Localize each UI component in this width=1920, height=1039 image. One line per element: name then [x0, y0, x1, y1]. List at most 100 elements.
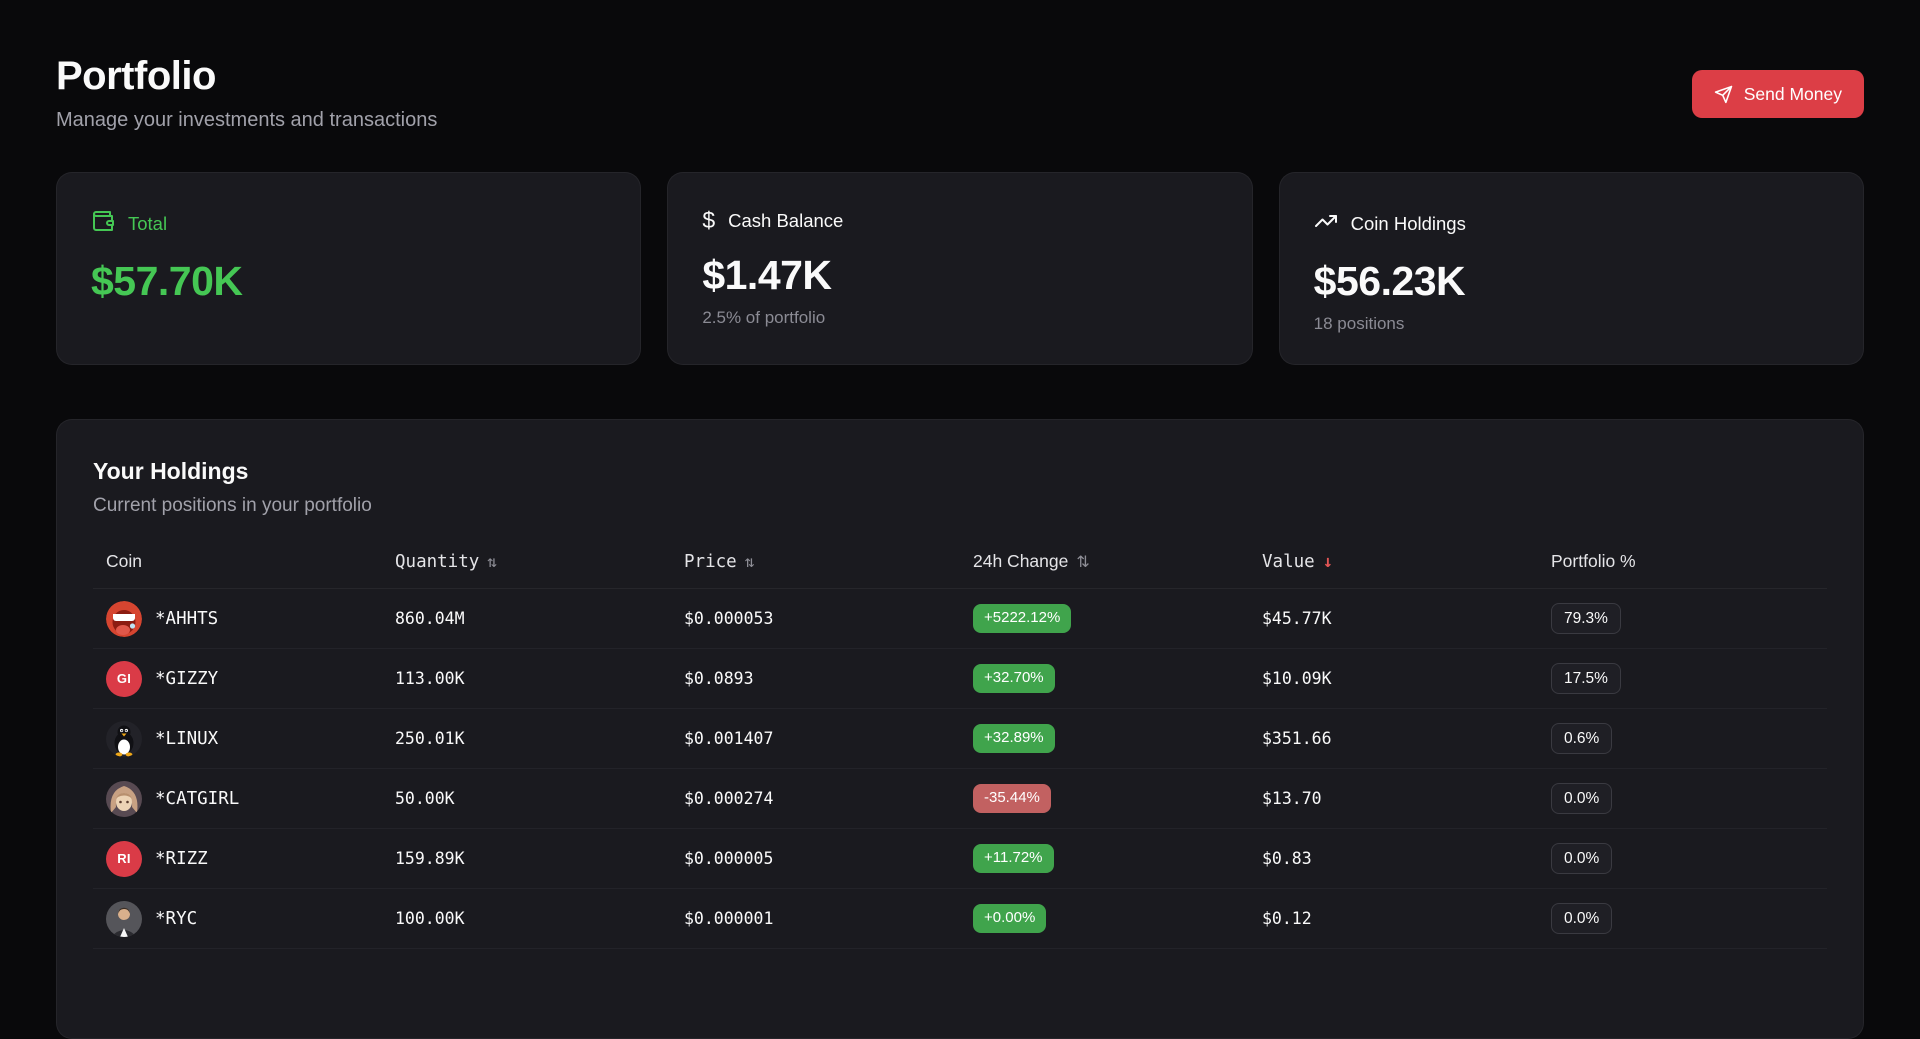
change-cell: +5222.12%	[960, 604, 1249, 633]
column-header-price-label: Price	[684, 552, 737, 572]
coin-cell: GI *GIZZY	[93, 661, 382, 697]
wallet-icon	[91, 209, 115, 238]
coin-ticker: *LINUX	[155, 729, 218, 749]
quantity-cell: 860.04M	[382, 609, 671, 628]
man-photo-avatar	[106, 901, 142, 937]
change-cell: +0.00%	[960, 904, 1249, 933]
coin-holdings-card: Coin Holdings $56.23K 18 positions	[1279, 172, 1864, 365]
letter-avatar: GI	[106, 661, 142, 697]
portfolio-pct-cell: 17.5%	[1538, 663, 1827, 694]
column-header-24h-change-label: 24h Change	[973, 551, 1068, 572]
cash-balance-card-label: Cash Balance	[728, 210, 843, 232]
price-cell: $0.000053	[671, 609, 960, 628]
quantity-cell: 250.01K	[382, 729, 671, 748]
coin-ticker: *AHHTS	[155, 609, 218, 629]
portfolio-pct-pill: 0.0%	[1551, 843, 1612, 874]
change-badge: +32.70%	[973, 664, 1055, 693]
column-header-portfolio-pct: Portfolio %	[1538, 547, 1827, 588]
price-cell: $0.000001	[671, 909, 960, 928]
sort-arrows-icon: ⇅	[1076, 552, 1089, 572]
value-cell: $13.70	[1249, 789, 1538, 808]
price-cell: $0.000274	[671, 789, 960, 808]
anime-girl-avatar	[106, 781, 142, 817]
total-card: Total $57.70K	[56, 172, 641, 365]
send-money-label: Send Money	[1744, 84, 1842, 105]
coin-holdings-card-sub: 18 positions	[1314, 314, 1829, 334]
total-card-header: Total	[91, 209, 606, 238]
holdings-title: Your Holdings	[93, 458, 1827, 485]
coin-cell: *RYC	[93, 901, 382, 937]
column-header-value[interactable]: Value ↓	[1249, 548, 1538, 588]
value-cell: $10.09K	[1249, 669, 1538, 688]
column-header-coin-label: Coin	[106, 551, 142, 572]
portfolio-pct-pill: 17.5%	[1551, 663, 1621, 694]
coin-holdings-card-header: Coin Holdings	[1314, 209, 1829, 238]
total-card-value: $57.70K	[91, 258, 606, 305]
sort-arrows-icon: ⇅	[745, 552, 755, 571]
column-header-portfolio-pct-label: Portfolio %	[1551, 551, 1636, 572]
column-header-24h-change[interactable]: 24h Change ⇅	[960, 547, 1249, 588]
change-cell: +32.89%	[960, 724, 1249, 753]
ahhts-emoji-avatar	[106, 601, 142, 637]
price-cell: $0.001407	[671, 729, 960, 748]
cash-balance-card: $ Cash Balance $1.47K 2.5% of portfolio	[667, 172, 1252, 365]
portfolio-pct-pill: 0.0%	[1551, 903, 1612, 934]
table-row-ryc[interactable]: *RYC 100.00K $0.000001 +0.00% $0.12 0.0%	[93, 889, 1827, 949]
price-cell: $0.000005	[671, 849, 960, 868]
change-badge: +5222.12%	[973, 604, 1071, 633]
table-row-gizzy[interactable]: GI *GIZZY 113.00K $0.0893 +32.70% $10.09…	[93, 649, 1827, 709]
total-card-label: Total	[128, 213, 167, 235]
coin-cell: *CATGIRL	[93, 781, 382, 817]
coin-cell: RI *RIZZ	[93, 841, 382, 877]
portfolio-page: Portfolio Manage your investments and tr…	[0, 0, 1920, 1039]
coin-holdings-card-label: Coin Holdings	[1351, 213, 1466, 235]
table-row-ahhts[interactable]: *AHHTS 860.04M $0.000053 +5222.12% $45.7…	[93, 589, 1827, 649]
table-row-catgirl[interactable]: *CATGIRL 50.00K $0.000274 -35.44% $13.70…	[93, 769, 1827, 829]
table-row-rizz[interactable]: RI *RIZZ 159.89K $0.000005 +11.72% $0.83…	[93, 829, 1827, 889]
change-cell: +11.72%	[960, 844, 1249, 873]
portfolio-pct-cell: 0.6%	[1538, 723, 1827, 754]
coin-ticker: *RIZZ	[155, 849, 208, 869]
holdings-table-header: Coin Quantity ⇅ Price ⇅ 24h Change ⇅ Val…	[93, 547, 1827, 589]
coin-cell: *LINUX	[93, 721, 382, 757]
price-cell: $0.0893	[671, 669, 960, 688]
cash-balance-card-value: $1.47K	[702, 252, 1217, 299]
portfolio-pct-pill: 0.6%	[1551, 723, 1612, 754]
coin-ticker: *GIZZY	[155, 669, 218, 689]
coin-ticker: *RYC	[155, 909, 197, 929]
column-header-coin: Coin	[93, 547, 382, 588]
change-badge: +32.89%	[973, 724, 1055, 753]
paper-plane-icon	[1714, 85, 1733, 104]
column-header-quantity[interactable]: Quantity ⇅	[382, 548, 671, 588]
column-header-value-label: Value	[1262, 552, 1315, 572]
quantity-cell: 100.00K	[382, 909, 671, 928]
table-row-linux[interactable]: *LINUX 250.01K $0.001407 +32.89% $351.66…	[93, 709, 1827, 769]
page-title: Portfolio	[56, 54, 437, 99]
value-cell: $45.77K	[1249, 609, 1538, 628]
dollar-icon: $	[702, 209, 715, 232]
trending-up-icon	[1314, 209, 1338, 238]
coin-holdings-card-value: $56.23K	[1314, 258, 1829, 305]
coin-ticker: *CATGIRL	[155, 789, 239, 809]
page-subtitle: Manage your investments and transactions	[56, 109, 437, 132]
portfolio-pct-pill: 79.3%	[1551, 603, 1621, 634]
column-header-quantity-label: Quantity	[395, 552, 479, 572]
portfolio-pct-cell: 0.0%	[1538, 783, 1827, 814]
quantity-cell: 159.89K	[382, 849, 671, 868]
stats-row: Total $57.70K $ Cash Balance $1.47K 2.5%…	[56, 172, 1864, 365]
change-badge: +11.72%	[973, 844, 1054, 873]
portfolio-pct-cell: 0.0%	[1538, 903, 1827, 934]
page-header: Portfolio Manage your investments and tr…	[56, 54, 1864, 132]
send-money-button[interactable]: Send Money	[1692, 70, 1864, 118]
column-header-price[interactable]: Price ⇅	[671, 548, 960, 588]
cash-balance-card-sub: 2.5% of portfolio	[702, 308, 1217, 328]
holdings-card: Your Holdings Current positions in your …	[56, 419, 1864, 1039]
change-cell: -35.44%	[960, 784, 1249, 813]
arrow-down-icon: ↓	[1323, 552, 1333, 572]
coin-cell: *AHHTS	[93, 601, 382, 637]
cash-balance-card-header: $ Cash Balance	[702, 209, 1217, 232]
change-badge: -35.44%	[973, 784, 1051, 813]
page-header-text: Portfolio Manage your investments and tr…	[56, 54, 437, 132]
change-badge: +0.00%	[973, 904, 1046, 933]
value-cell: $351.66	[1249, 729, 1538, 748]
